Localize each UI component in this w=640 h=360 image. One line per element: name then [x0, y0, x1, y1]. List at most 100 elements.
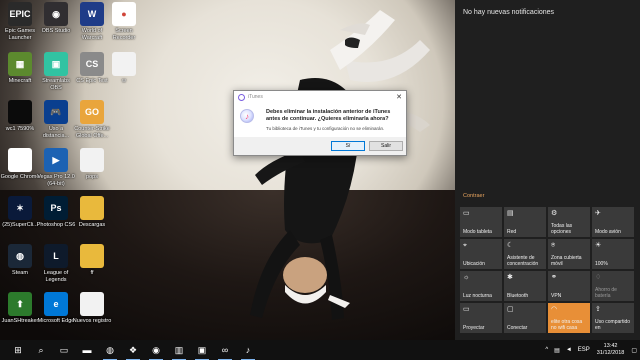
quick-action-tile[interactable]: ◠ elite otra cosa no wifi casa	[548, 303, 590, 333]
cs-epic-test-icon: CS	[80, 52, 104, 76]
chevron-up-icon[interactable]: ^	[545, 347, 548, 353]
quick-action-label: Ubicación	[463, 260, 485, 267]
quick-action-label: Asistente de concentración	[507, 255, 539, 267]
pops-file-icon	[80, 148, 104, 172]
desktop-shortcut[interactable]: ▣ Streamlabs OBS	[38, 52, 74, 91]
photoshop-icon: Ps	[44, 196, 68, 220]
project-icon: ▭	[463, 306, 470, 313]
dialog-button-bar: Sí Salir	[234, 137, 406, 155]
desktop-shortcut-label: Descargas	[78, 222, 106, 228]
taskbar: ⊞ ⌕ ▭ ▬ ◍ ❖ ◉ ▥ ▣ ∞ ♪ ^ ▤ ◄ ESP 13:42 31/12/2018 ▢	[0, 340, 640, 360]
desktop-shortcut[interactable]: wc1 7590%	[2, 100, 38, 133]
dialog-titlebar[interactable]: iTunes ✕	[234, 91, 406, 103]
tablet-mode-icon: ▭	[463, 210, 470, 217]
nearby-share-icon: ⇪	[595, 306, 601, 313]
quick-action-tile[interactable]: ▭ Modo tableta	[460, 207, 502, 237]
quick-action-label: Proyectar	[463, 324, 485, 331]
volume-icon[interactable]: ◄	[566, 347, 572, 353]
desktop-shortcut-label: pops	[86, 174, 98, 180]
brightness-icon: ☀	[595, 242, 602, 249]
close-icon[interactable]: ✕	[396, 93, 402, 101]
microsoft-edge-icon: e	[44, 292, 68, 316]
desktop-shortcut[interactable]: L League of Legends	[38, 244, 74, 283]
dialog-message: Debes eliminar la instalación anterior d…	[266, 109, 391, 122]
desktop-shortcut[interactable]: ▶ Vegas Pro 12.0 (64-bit)	[37, 148, 75, 187]
quick-action-tile[interactable]: ⚭ VPN	[548, 271, 590, 301]
quick-action-tile[interactable]: ⍟ Zona cubierta móvil	[548, 239, 590, 269]
desktop-shortcut[interactable]: ◍ Steam	[2, 244, 38, 277]
search-icon[interactable]: ⌕	[31, 340, 51, 360]
collapse-link[interactable]: Contraer	[463, 193, 484, 199]
quick-action-tile[interactable]: ▢ Conectar	[504, 303, 546, 333]
ff-folder-icon	[80, 244, 104, 268]
minecraft-icon: ▦	[8, 52, 32, 76]
quick-action-label: Luz nocturna	[463, 292, 492, 299]
start-button-icon[interactable]: ⊞	[8, 340, 28, 360]
desktop-shortcut[interactable]: ⬆ JuanSHtreaker	[2, 292, 38, 325]
quick-action-tile[interactable]: ☼ Luz nocturna	[460, 271, 502, 301]
exit-button[interactable]: Salir	[369, 141, 403, 151]
network-tray-icon[interactable]: ▤	[554, 347, 560, 354]
desktop-shortcut[interactable]: e Microsoft Edge	[38, 292, 74, 325]
language-indicator[interactable]: ESP	[578, 347, 590, 353]
epic-games-launcher-icon: EPIC	[8, 2, 32, 26]
store-taskbar-icon[interactable]: ▥	[169, 340, 189, 360]
desktop-icon-grid: EPIC Epic Games Launcher ◉ OBS Studio W World…	[0, 0, 140, 340]
screen-recorder-icon: ●	[112, 2, 136, 26]
file-explorer-icon[interactable]: ▬	[77, 340, 97, 360]
quick-action-label: elite otra cosa no wifi casa	[551, 319, 583, 331]
desktop-shortcut-label: (25)SuperCli...	[2, 222, 38, 228]
quick-action-label: Conectar	[507, 324, 528, 331]
quick-action-label: Modo avión	[595, 228, 621, 235]
desktop-shortcut[interactable]: Google Chrome	[1, 148, 39, 181]
supercell-icon: ✶	[8, 196, 32, 220]
desktop-shortcut[interactable]: ff	[74, 244, 110, 277]
quick-action-label: Modo tableta	[463, 228, 492, 235]
desktop-shortcut[interactable]: ● Screen Recorder	[106, 2, 142, 41]
desktop-shortcut[interactable]: ✶ (25)SuperCli...	[2, 196, 38, 229]
desktop-shortcut-label: Uso a distancia...	[42, 126, 70, 139]
wc-folder-icon	[8, 100, 32, 124]
task-view-icon[interactable]: ▭	[54, 340, 74, 360]
desktop-shortcut[interactable]: pops	[74, 148, 110, 181]
obs-taskbar-icon[interactable]: ◉	[146, 340, 166, 360]
link-taskbar-icon[interactable]: ∞	[215, 340, 235, 360]
quick-action-tile[interactable]: ▤ Red	[504, 207, 546, 237]
quick-action-tile[interactable]: ⚙ Todas las opciones	[548, 207, 590, 237]
quick-action-tile[interactable]: ♢ Ahorro de batería	[592, 271, 634, 301]
itunes-taskbar-icon[interactable]: ♪	[238, 340, 258, 360]
notifications-icon[interactable]: ▢	[631, 347, 637, 354]
desktop-shortcut[interactable]: w	[106, 52, 142, 85]
vegas-pro-icon: ▶	[44, 148, 68, 172]
quick-action-tile[interactable]: ✱ Bluetooth	[504, 271, 546, 301]
quick-action-tile[interactable]: ▭ Proyectar	[460, 303, 502, 333]
quick-action-tile[interactable]: ⇪ Uso compartido en	[592, 303, 634, 333]
desktop-shortcut[interactable]: GO Counter-Strike Global Offe...	[74, 100, 110, 139]
quick-action-tile[interactable]: ☀ 100%	[592, 239, 634, 269]
desktop-shortcut[interactable]: EPIC Epic Games Launcher	[2, 2, 38, 41]
itunes-title-icon	[238, 93, 245, 101]
desktop-shortcut[interactable]: Descargas	[74, 196, 110, 229]
desktop-shortcut[interactable]: Nuevos registro	[73, 292, 111, 325]
system-tray: ^ ▤ ◄ ESP 13:42 31/12/2018 ▢	[542, 340, 640, 360]
desktop-shortcut[interactable]: 🎮 Uso a distancia...	[38, 100, 74, 139]
desktop-shortcut-label: Screen Recorder	[112, 28, 136, 41]
quick-action-label: VPN	[551, 292, 562, 299]
quick-action-tile[interactable]: ✈ Modo avión	[592, 207, 634, 237]
streamlabs-taskbar-icon[interactable]: ▣	[192, 340, 212, 360]
desktop-shortcut[interactable]: ▦ Minecraft	[2, 52, 38, 85]
streamlabs-obs-icon: ▣	[44, 52, 68, 76]
clock[interactable]: 13:42 31/12/2018	[597, 343, 625, 357]
desktop-shortcut-label: Photoshop CS6	[36, 222, 76, 228]
desktop-shortcut[interactable]: ◉ OBS Studio	[38, 2, 74, 35]
desktop-shortcut[interactable]: Ps Photoshop CS6	[36, 196, 76, 229]
counter-strike-icon: GO	[80, 100, 104, 124]
quick-action-tile[interactable]: ⌖ Ubicación	[460, 239, 502, 269]
chrome-taskbar-icon[interactable]: ◍	[100, 340, 120, 360]
itunes-app-icon: ♪	[240, 109, 254, 123]
yes-button[interactable]: Sí	[331, 141, 365, 151]
action-center-panel: No hay nuevas notificaciones Contraer ▭ M…	[455, 0, 640, 340]
dropbox-taskbar-icon[interactable]: ❖	[123, 340, 143, 360]
quick-action-tile[interactable]: ☾ Asistente de concentración	[504, 239, 546, 269]
google-chrome-icon	[8, 148, 32, 172]
